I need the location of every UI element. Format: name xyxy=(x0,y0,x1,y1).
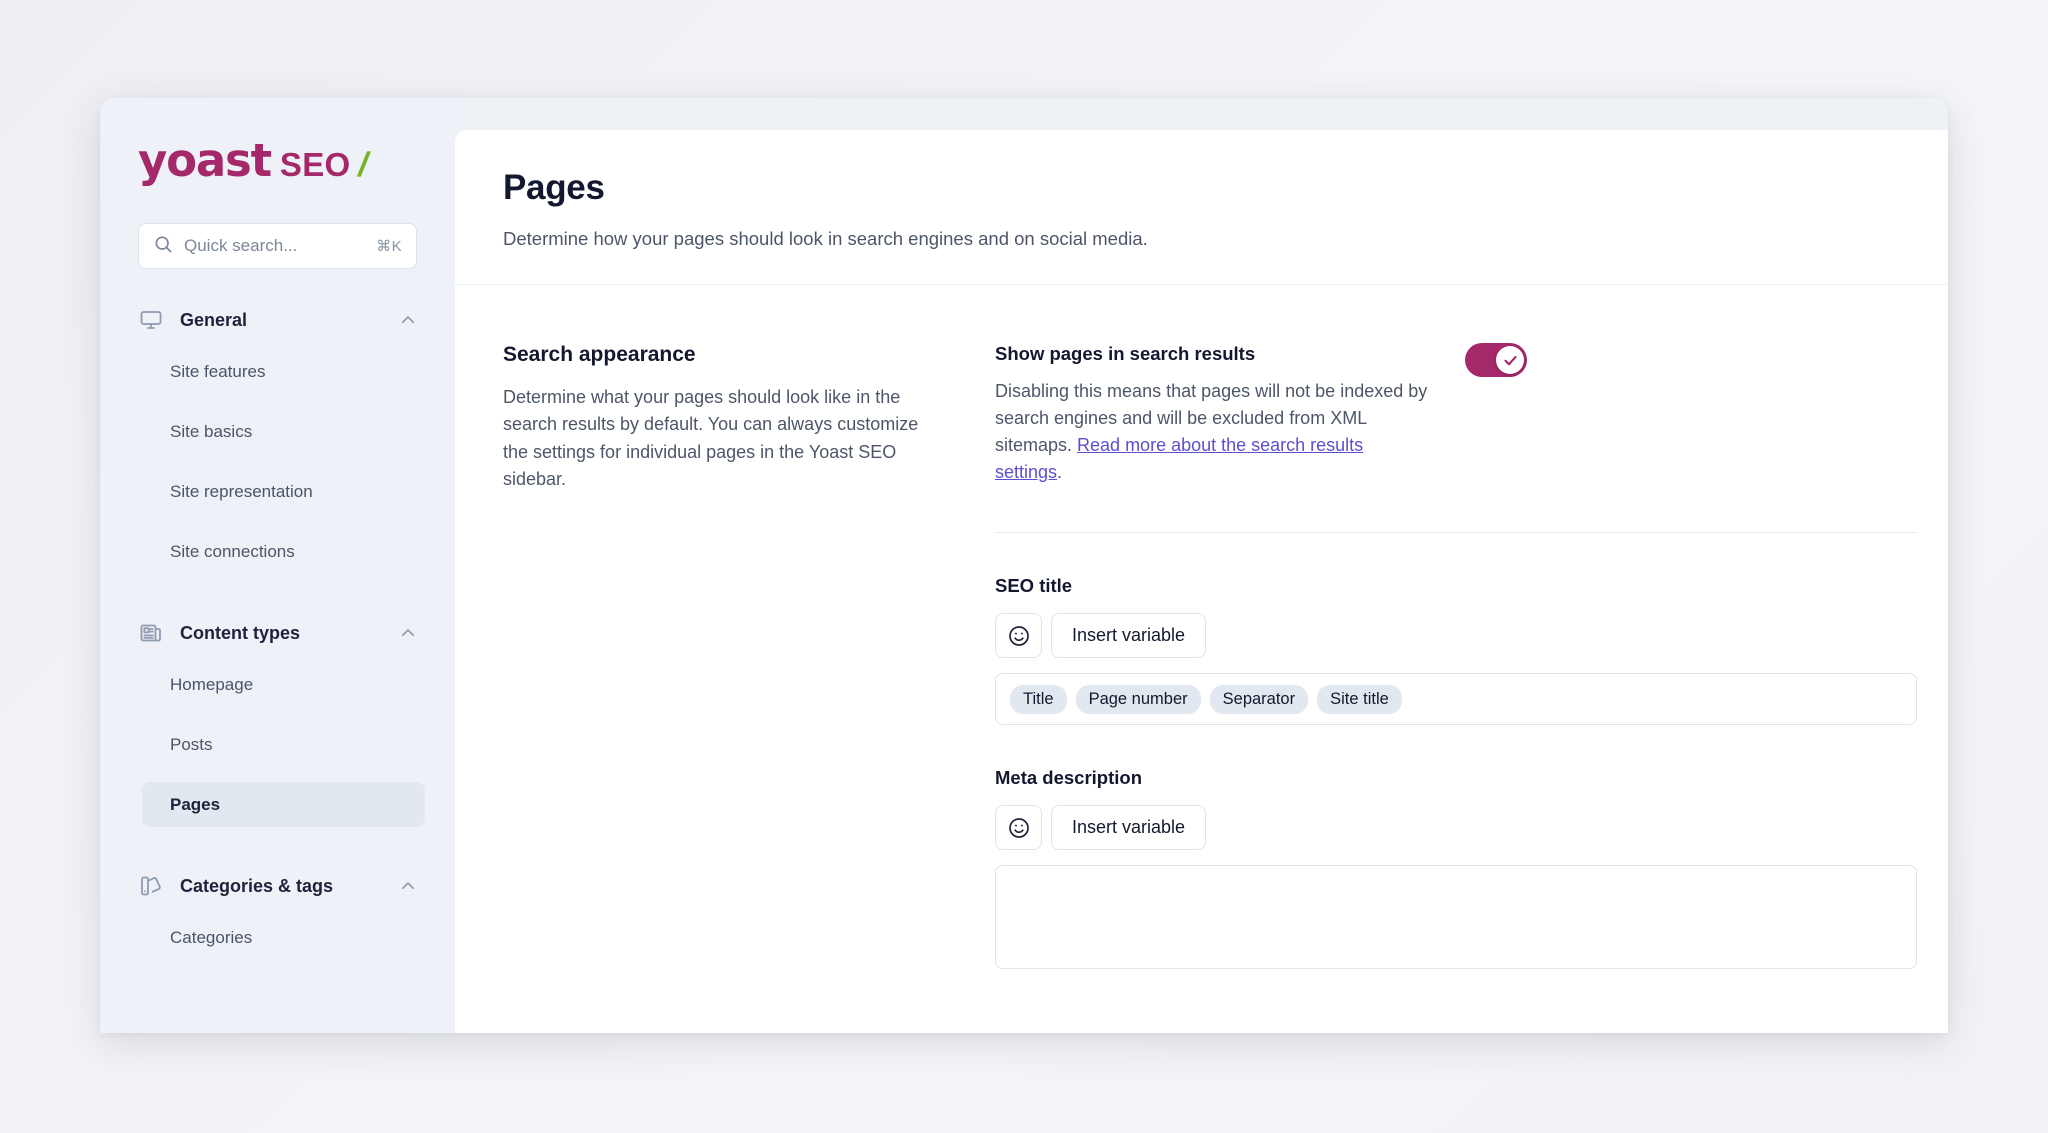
sidebar-item-homepage[interactable]: Homepage xyxy=(142,662,425,707)
search-input[interactable]: Quick search... ⌘K xyxy=(138,223,417,269)
seo-title-block: SEO title Insert variable Title Page num… xyxy=(995,575,1917,725)
show-in-search-label: Show pages in search results xyxy=(995,343,1256,364)
sidebar: yoast SEO / Quick search... ⌘K General S… xyxy=(100,98,455,1033)
main-panel: Pages Determine how your pages should lo… xyxy=(455,130,1948,1033)
chevron-up-icon xyxy=(399,877,417,895)
sidebar-item-site-features[interactable]: Site features xyxy=(142,349,425,394)
seo-title-emoji-button[interactable] xyxy=(995,613,1042,658)
show-in-search-toggle[interactable] xyxy=(1465,343,1527,377)
page-subtitle: Determine how your pages should look in … xyxy=(503,228,1148,249)
search-icon xyxy=(153,234,173,259)
show-in-search-field: Show pages in search results Disabling t… xyxy=(995,343,1917,486)
settings-content: Search appearance Determine what your pa… xyxy=(455,285,1948,969)
sidebar-group-content-types[interactable]: Content types xyxy=(100,610,455,656)
emoji-picker-icon xyxy=(1008,625,1029,646)
chevron-up-icon xyxy=(399,624,417,642)
meta-description-insert-variable-button[interactable]: Insert variable xyxy=(1051,805,1207,850)
sidebar-item-site-representation[interactable]: Site representation xyxy=(142,469,425,514)
section-divider xyxy=(995,532,1917,533)
seo-title-label: SEO title xyxy=(995,575,1073,596)
sidebar-nav: General Site features Site basics Site r… xyxy=(100,297,455,960)
variable-token[interactable]: Page number xyxy=(1075,684,1201,714)
monitor-icon xyxy=(138,307,164,333)
seo-title-insert-variable-button[interactable]: Insert variable xyxy=(1051,613,1207,658)
toggle-knob xyxy=(1496,346,1524,374)
variable-token[interactable]: Site title xyxy=(1317,684,1402,714)
sidebar-item-categories[interactable]: Categories xyxy=(142,915,425,960)
seo-title-toolbar: Insert variable xyxy=(995,613,1917,658)
section-description: Determine what your pages should look li… xyxy=(503,387,919,490)
help-text-suffix: . xyxy=(1057,462,1063,482)
logo-wordmark: yoast xyxy=(138,134,272,187)
check-icon xyxy=(1503,355,1517,365)
show-in-search-help: Disabling this means that pages will not… xyxy=(995,378,1435,486)
chevron-up-icon xyxy=(399,311,417,329)
sidebar-item-pages[interactable]: Pages xyxy=(142,782,425,827)
search-placeholder: Quick search... xyxy=(184,236,298,255)
show-in-search-text: Show pages in search results Disabling t… xyxy=(995,343,1435,486)
app-window: yoast SEO / Quick search... ⌘K General S… xyxy=(100,98,1948,1033)
sidebar-item-site-connections[interactable]: Site connections xyxy=(142,529,425,574)
meta-description-textarea[interactable] xyxy=(995,865,1917,969)
newspaper-icon xyxy=(138,620,164,646)
nav-sub-general: Site features Site basics Site represent… xyxy=(100,349,455,574)
variable-token[interactable]: Title xyxy=(1010,684,1067,714)
nav-group-general: General Site features Site basics Site r… xyxy=(100,297,455,574)
logo-seo-text: SEO xyxy=(279,146,351,183)
sidebar-group-label: Categories & tags xyxy=(180,875,334,896)
nav-group-content-types: Content types Homepage Posts Pages xyxy=(100,610,455,827)
variable-token[interactable]: Separator xyxy=(1209,684,1309,714)
section-title: Search appearance xyxy=(503,343,696,366)
logo-slash: / xyxy=(354,146,373,184)
sidebar-group-categories-tags[interactable]: Categories & tags xyxy=(100,863,455,909)
page-title: Pages xyxy=(503,168,605,207)
sidebar-group-label: General xyxy=(180,309,248,330)
meta-description-emoji-button[interactable] xyxy=(995,805,1042,850)
seo-title-input[interactable]: Title Page number Separator Site title xyxy=(995,673,1917,725)
nav-sub-categories-tags: Categories xyxy=(100,915,455,960)
yoast-seo-logo[interactable]: yoast SEO / xyxy=(100,98,455,187)
nav-sub-content-types: Homepage Posts Pages xyxy=(100,662,455,827)
settings-fields: Show pages in search results Disabling t… xyxy=(995,343,1917,969)
sidebar-item-site-basics[interactable]: Site basics xyxy=(142,409,425,454)
page-header: Pages Determine how your pages should lo… xyxy=(455,130,1948,285)
sidebar-group-label: Content types xyxy=(180,622,301,643)
nav-group-categories-tags: Categories & tags Categories xyxy=(100,863,455,960)
search-shortcut-hint: ⌘K xyxy=(376,238,402,255)
sidebar-item-posts[interactable]: Posts xyxy=(142,722,425,767)
meta-description-toolbar: Insert variable xyxy=(995,805,1917,850)
sidebar-group-general[interactable]: General xyxy=(100,297,455,343)
section-intro: Search appearance Determine what your pa… xyxy=(503,343,995,969)
meta-description-label: Meta description xyxy=(995,767,1142,788)
tags-icon xyxy=(138,873,164,899)
emoji-picker-icon xyxy=(1008,817,1029,838)
meta-description-block: Meta description Insert variable xyxy=(995,767,1917,969)
